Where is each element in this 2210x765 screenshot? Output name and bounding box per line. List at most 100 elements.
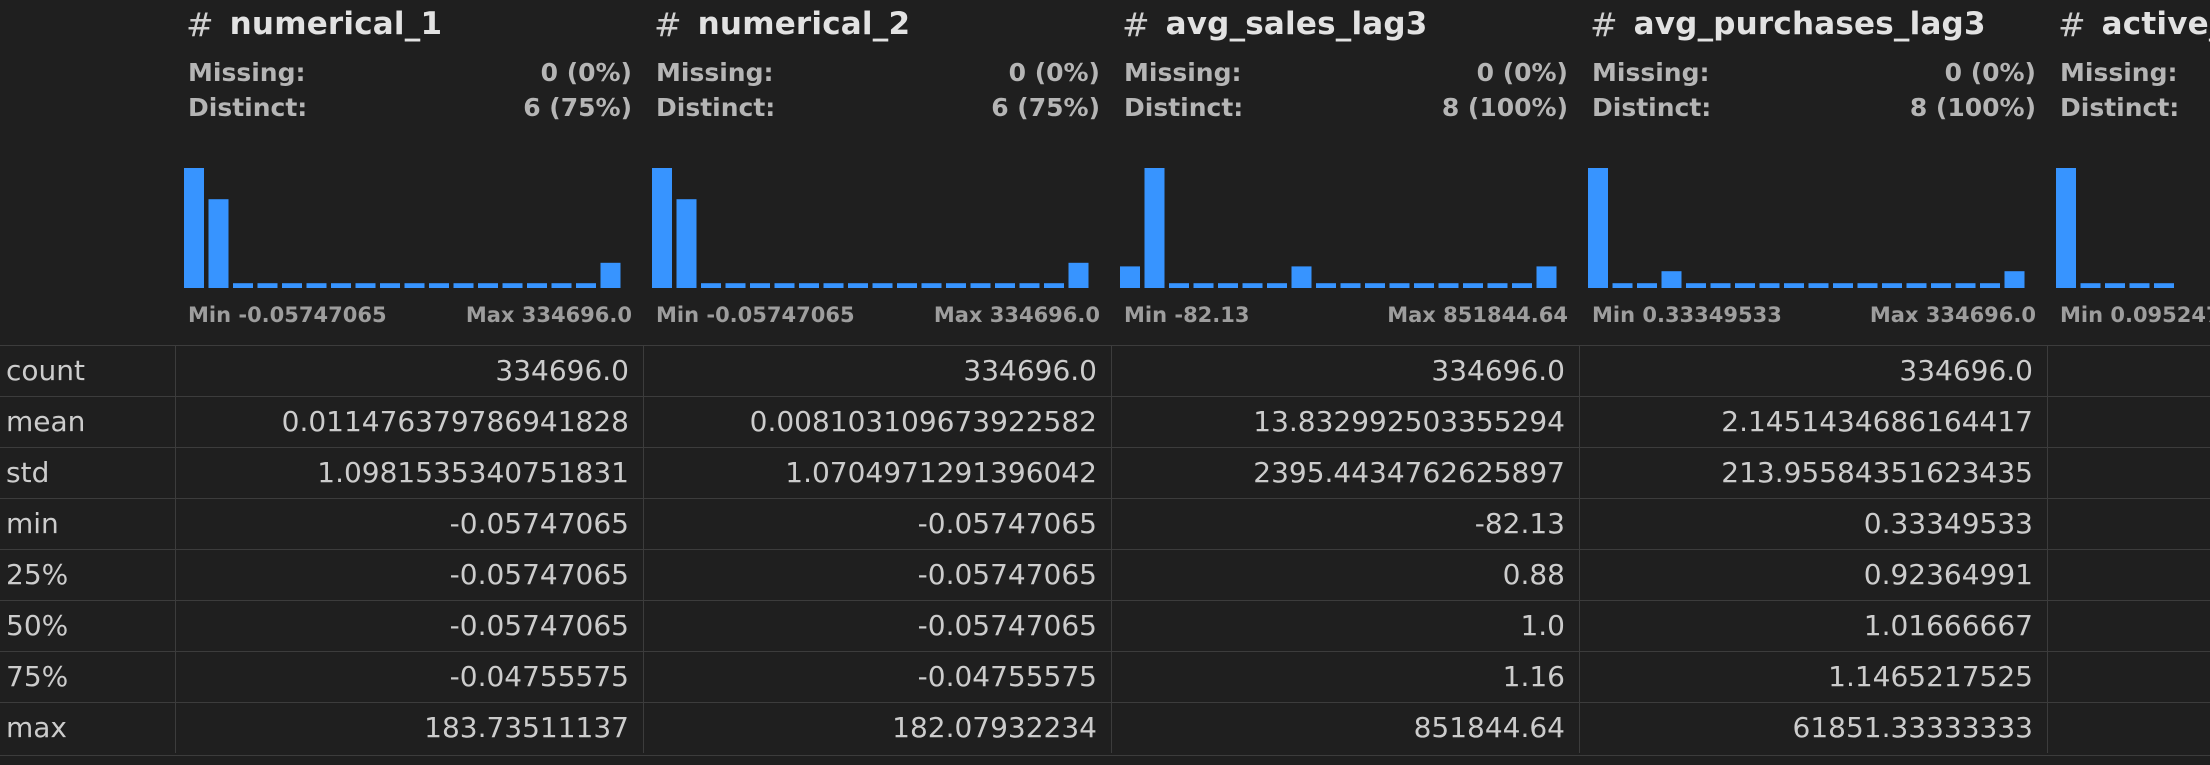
column-title[interactable]: # numerical_2 <box>654 4 910 44</box>
histogram-range: Min -82.13 Max 851844.64 <box>1124 303 1568 333</box>
histogram-bar <box>404 283 425 288</box>
column-title[interactable]: # avg_sales_lag3 <box>1122 4 1428 44</box>
hash-icon: # <box>1122 4 1150 44</box>
histogram-bar <box>1906 283 1927 288</box>
histogram <box>1588 168 2025 288</box>
table-cell[interactable]: 13.832992503355294 <box>1112 397 1580 447</box>
table-cell[interactable]: 0.33349533 <box>1580 499 2048 549</box>
histogram-bar <box>1637 283 1657 288</box>
missing-stat: Missing: 0 (0%) <box>188 58 632 92</box>
histogram-bar <box>701 283 721 288</box>
histogram-bar <box>799 283 819 288</box>
histogram-bar <box>872 283 893 288</box>
table-cell[interactable] <box>2048 601 2210 651</box>
table-cell[interactable]: 61851.33333333 <box>1580 703 2048 753</box>
column-header-numerical-1[interactable]: # numerical_1 Missing: 0 (0%) Distinct: … <box>176 0 644 344</box>
histogram <box>184 168 621 288</box>
row-label: 25% <box>0 550 176 600</box>
row-label: mean <box>0 397 176 447</box>
table-cell[interactable] <box>2048 550 2210 600</box>
histogram-bar <box>576 283 596 288</box>
table-cell[interactable]: 0.008103109673922582 <box>644 397 1112 447</box>
table-cell[interactable]: 334696.0 <box>644 346 1112 396</box>
table-cell[interactable]: 213.95584351623435 <box>1580 448 2048 498</box>
table-cell[interactable]: 1.1465217525 <box>1580 652 2048 702</box>
table-cell[interactable]: 182.07932234 <box>644 703 1112 753</box>
table-cell[interactable]: -0.05747065 <box>644 550 1112 600</box>
column-header-active[interactable]: # active_ Missing: Distinct: Min 0.09524… <box>2048 0 2210 344</box>
table-cell[interactable]: 0.011476379786941828 <box>176 397 644 447</box>
missing-stat: Missing: 0 (0%) <box>1124 58 1568 92</box>
histogram-bar <box>1316 283 1336 288</box>
histogram-bar <box>1612 283 1633 288</box>
histogram-max: Max 851844.64 <box>1387 303 1568 327</box>
histogram-range: Min -0.05747065 Max 334696.0 <box>188 303 632 333</box>
histogram-bar <box>1068 262 1089 288</box>
histogram-bar <box>995 283 1015 288</box>
table-cell[interactable]: 851844.64 <box>1112 703 1580 753</box>
histogram-bar <box>1882 283 1902 288</box>
table-cell[interactable] <box>2048 652 2210 702</box>
table-cell[interactable] <box>2048 448 2210 498</box>
hash-icon: # <box>654 4 682 44</box>
table-cell[interactable]: -0.04755575 <box>176 652 644 702</box>
distinct-label: Distinct: <box>656 93 776 122</box>
histogram-bar <box>750 283 770 288</box>
histogram-bar <box>2154 283 2174 288</box>
table-cell[interactable]: -0.05747065 <box>176 601 644 651</box>
table-cell[interactable]: -0.05747065 <box>176 499 644 549</box>
histogram-bar <box>184 168 204 288</box>
histogram-max: Max 334696.0 <box>465 303 632 327</box>
table-cell[interactable] <box>2048 703 2210 753</box>
column-header-avg-sales-lag3[interactable]: # avg_sales_lag3 Missing: 0 (0%) Distinc… <box>1112 0 1580 344</box>
data-summary-view: # numerical_1 Missing: 0 (0%) Distinct: … <box>0 0 2210 765</box>
missing-value: 0 (0%) <box>1944 58 2036 87</box>
histogram-bar <box>1980 283 2000 288</box>
histogram-bar <box>527 283 547 288</box>
table-cell[interactable]: -0.05747065 <box>176 550 644 600</box>
table-cell[interactable]: 1.0 <box>1112 601 1580 651</box>
histogram-bar <box>600 262 621 288</box>
histogram-bar <box>1144 168 1165 288</box>
table-cell[interactable]: -82.13 <box>1112 499 1580 549</box>
table-cell[interactable]: -0.05747065 <box>644 601 1112 651</box>
histogram-bar <box>1955 283 1976 288</box>
distinct-value: 8 (100%) <box>1441 93 1568 122</box>
histogram-bar <box>1686 283 1706 288</box>
table-cell[interactable]: -0.05747065 <box>644 499 1112 549</box>
table-cell[interactable] <box>2048 397 2210 447</box>
column-title[interactable]: # active_ <box>2058 4 2210 44</box>
histogram-bar <box>1759 283 1780 288</box>
histogram-bar <box>1661 271 1682 288</box>
table-cell[interactable]: 1.0981535340751831 <box>176 448 644 498</box>
table-cell[interactable] <box>2048 499 2210 549</box>
column-title[interactable]: # numerical_1 <box>186 4 442 44</box>
table-cell[interactable]: 183.73511137 <box>176 703 644 753</box>
column-header-numerical-2[interactable]: # numerical_2 Missing: 0 (0%) Distinct: … <box>644 0 1112 344</box>
histogram-range: Min 0.095247 <box>2060 303 2210 333</box>
table-cell[interactable]: 334696.0 <box>1580 346 2048 396</box>
table-cell[interactable]: 2.1451434686164417 <box>1580 397 2048 447</box>
column-title[interactable]: # avg_purchases_lag3 <box>1590 4 1986 44</box>
table-cell[interactable]: 1.01666667 <box>1580 601 2048 651</box>
distinct-stat: Distinct: <box>2060 93 2210 127</box>
histogram-bar <box>551 283 572 288</box>
column-name: active_ <box>2101 6 2210 42</box>
histogram-bar <box>1710 283 1731 288</box>
table-cell[interactable]: 2395.4434762625897 <box>1112 448 1580 498</box>
histogram-bar <box>478 283 498 288</box>
table-cell[interactable]: 334696.0 <box>1112 346 1580 396</box>
table-cell[interactable]: 0.92364991 <box>1580 550 2048 600</box>
histogram-bar <box>1291 266 1312 288</box>
table-cell[interactable]: 1.16 <box>1112 652 1580 702</box>
table-cell[interactable]: 0.88 <box>1112 550 1580 600</box>
table-cell[interactable] <box>2048 346 2210 396</box>
column-header-avg-purchases-lag3[interactable]: # avg_purchases_lag3 Missing: 0 (0%) Dis… <box>1580 0 2048 344</box>
histogram-bar <box>429 283 449 288</box>
table-cell[interactable]: -0.04755575 <box>644 652 1112 702</box>
table-cell[interactable]: 334696.0 <box>176 346 644 396</box>
histogram-bar <box>946 283 966 288</box>
missing-label: Missing: <box>2060 58 2178 87</box>
table-cell[interactable]: 1.0704971291396042 <box>644 448 1112 498</box>
histogram-bar <box>1784 283 1804 288</box>
